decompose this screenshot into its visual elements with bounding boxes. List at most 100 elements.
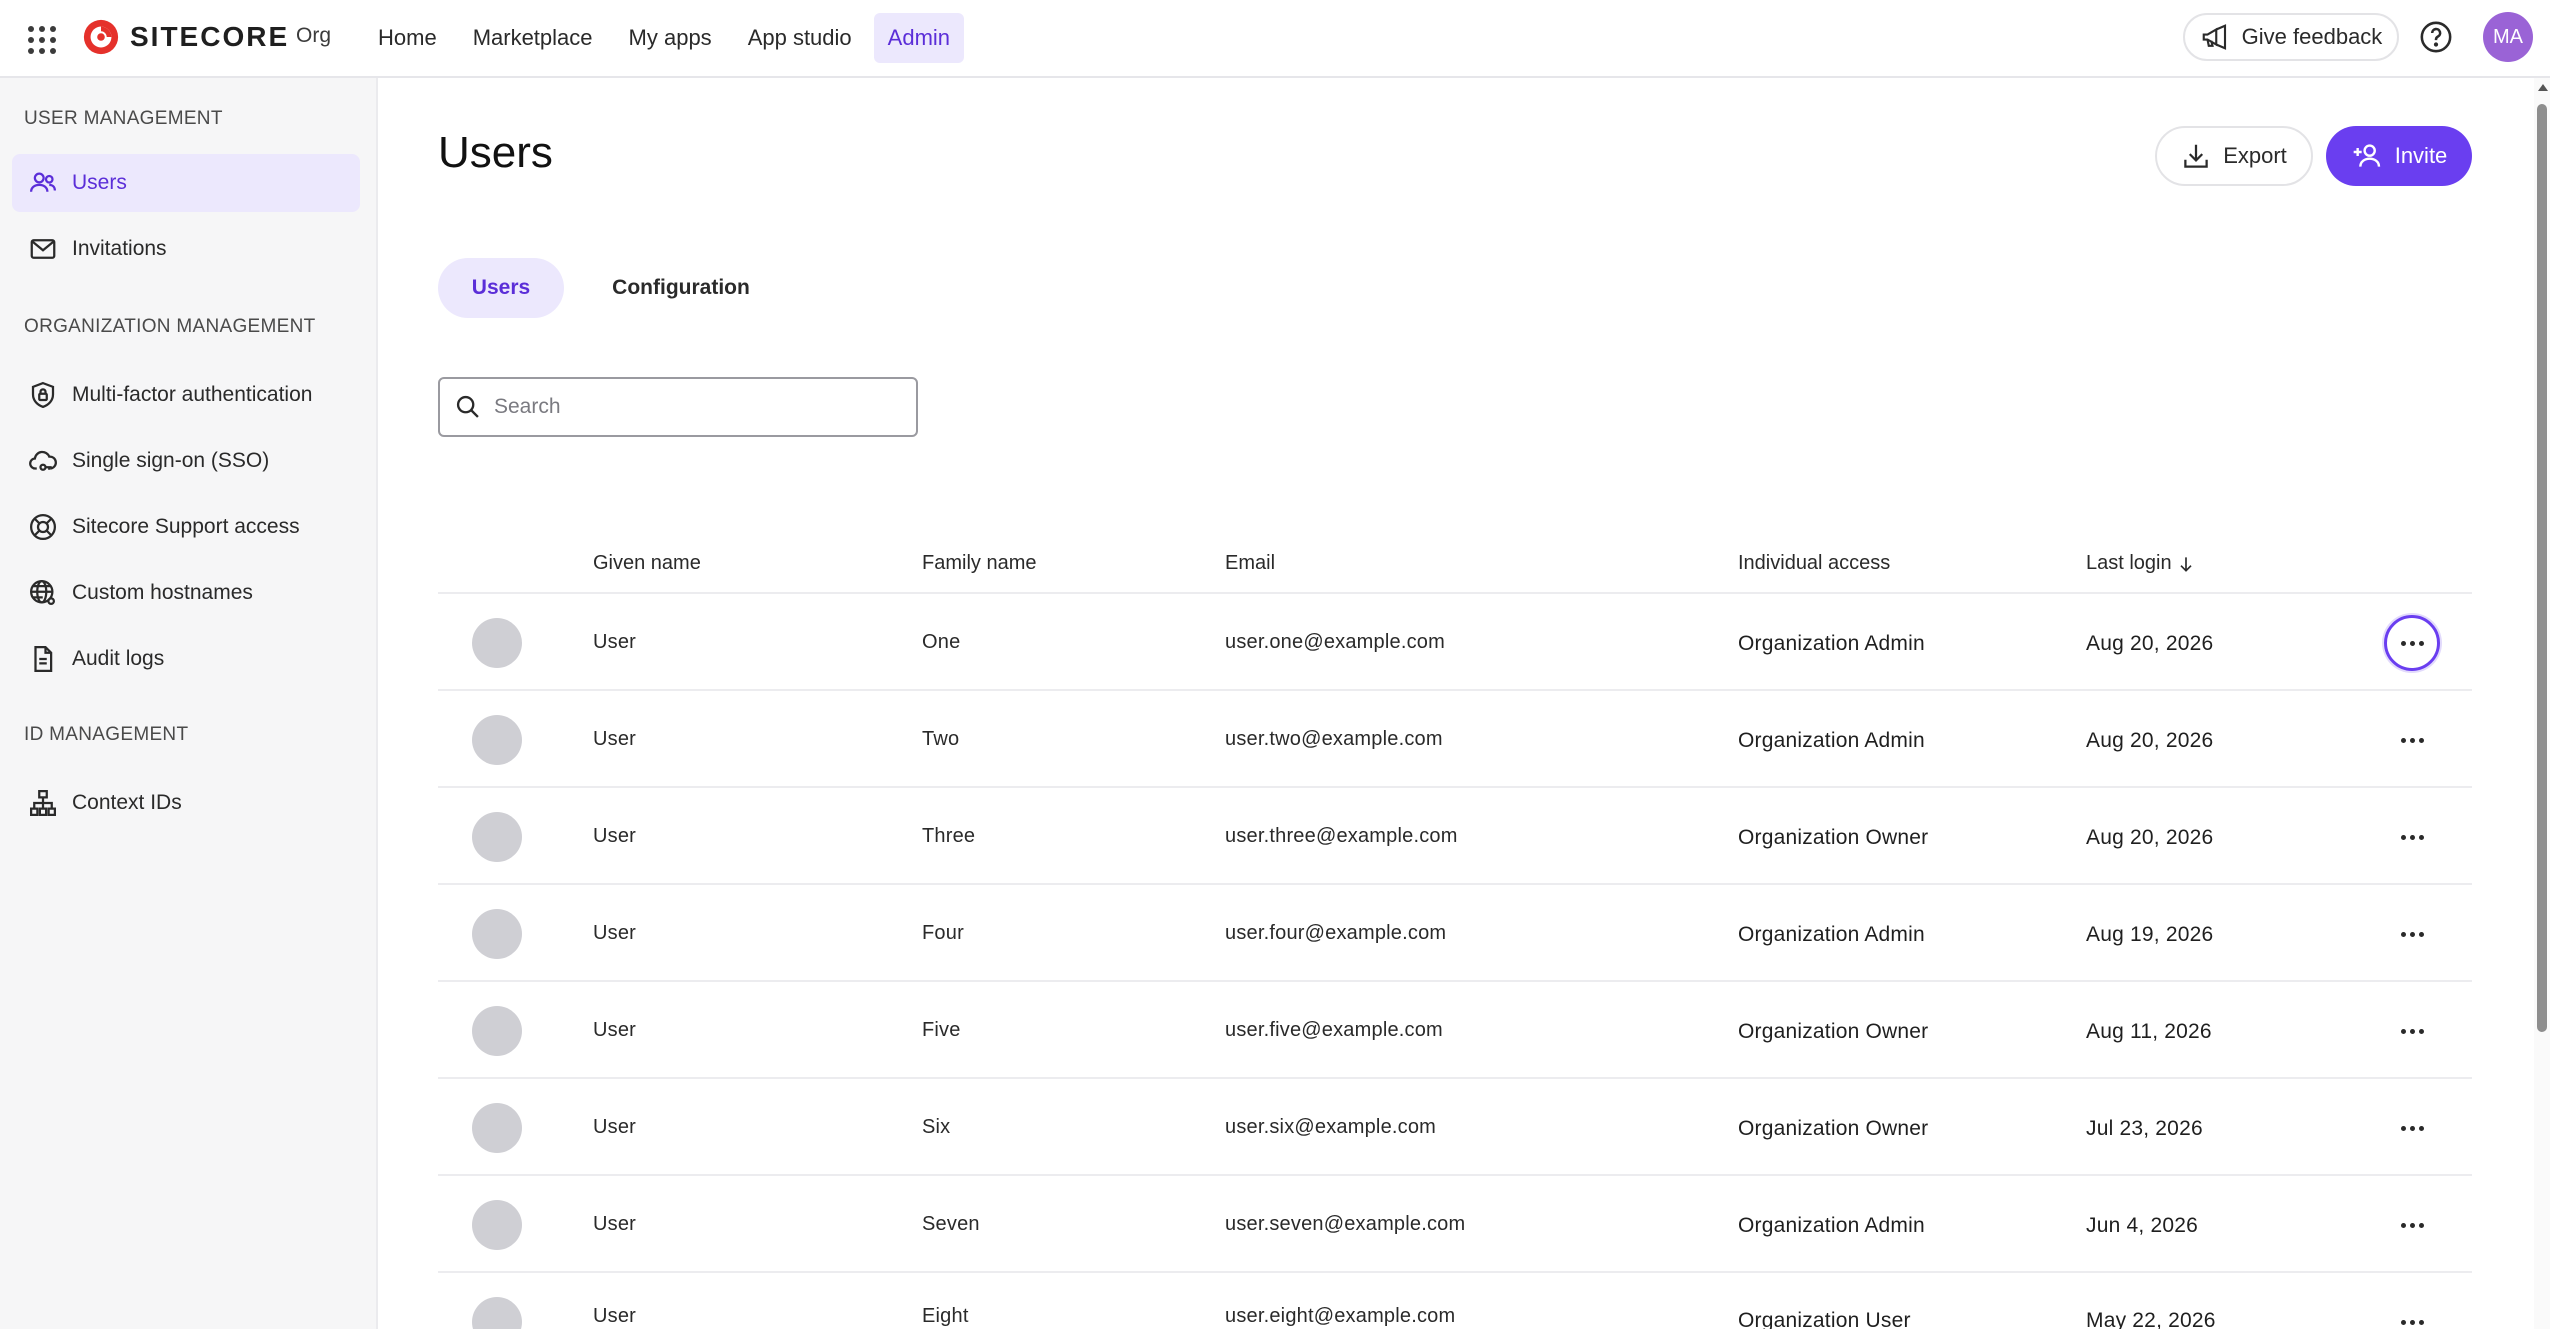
add-user-icon — [2353, 144, 2380, 167]
sidebar-item-label: Sitecore Support access — [72, 515, 300, 538]
nav-marketplace[interactable]: Marketplace — [459, 13, 607, 63]
row-actions-button[interactable] — [2384, 1100, 2440, 1156]
nav-admin[interactable]: Admin — [873, 13, 965, 63]
family-name-cell: Two — [922, 728, 960, 750]
row-actions-button[interactable] — [2384, 906, 2440, 962]
scroll-up-icon[interactable] — [2538, 84, 2548, 91]
last-login-cell: Aug 20, 2026 — [2086, 826, 2214, 849]
row-actions-button[interactable] — [2384, 615, 2440, 671]
more-icon — [2400, 1125, 2424, 1131]
avatar — [472, 1103, 522, 1153]
column-family-name[interactable]: Family name — [922, 552, 1036, 575]
table-header: Given name Family name Email Individual … — [438, 530, 2472, 594]
sidebar-item-label: Context IDs — [72, 791, 182, 814]
search-box — [438, 377, 918, 437]
tab-configuration[interactable]: Configuration — [596, 258, 766, 318]
export-button[interactable]: Export — [2155, 126, 2313, 186]
access-cell: Organization Admin — [1738, 923, 1925, 946]
last-login-cell: Aug 19, 2026 — [2086, 923, 2214, 946]
nav-app-studio[interactable]: App studio — [734, 13, 866, 63]
sidebar-item-sso[interactable]: Single sign-on (SSO) — [12, 432, 360, 490]
scrollbar-thumb[interactable] — [2537, 104, 2547, 1032]
section-organization-management: ORGANIZATION MANAGEMENT — [24, 316, 316, 337]
more-icon — [2400, 1319, 2424, 1325]
column-individual-access[interactable]: Individual access — [1738, 552, 1890, 575]
sitecore-logo-icon — [83, 19, 119, 55]
row-actions-button[interactable] — [2384, 712, 2440, 768]
access-cell: Organization Owner — [1738, 1020, 1929, 1043]
row-actions-button[interactable] — [2384, 1003, 2440, 1059]
last-login-cell: Aug 20, 2026 — [2086, 632, 2214, 655]
email-cell: user.four@example.com — [1225, 922, 1447, 944]
column-given-name[interactable]: Given name — [593, 552, 701, 575]
vertical-scrollbar[interactable] — [2534, 78, 2550, 1329]
more-icon — [2400, 640, 2424, 646]
sidebar-item-audit-logs[interactable]: Audit logs — [12, 630, 360, 688]
row-actions-button[interactable] — [2384, 1294, 2440, 1329]
row-actions-button[interactable] — [2384, 1197, 2440, 1253]
table-row: User Seven user.seven@example.com Organi… — [438, 1176, 2472, 1273]
sidebar-item-label: Multi-factor authentication — [72, 383, 313, 406]
sidebar-item-users[interactable]: Users — [12, 154, 360, 212]
avatar — [472, 1200, 522, 1250]
table-row: User One user.one@example.com Organizati… — [438, 594, 2472, 691]
give-feedback-button[interactable]: Give feedback — [2183, 13, 2399, 61]
tab-users[interactable]: Users — [438, 258, 564, 318]
access-cell: Organization User — [1738, 1309, 1911, 1329]
sidebar-item-custom-hostnames[interactable]: Custom hostnames — [12, 564, 360, 622]
hierarchy-icon — [30, 790, 56, 816]
main-nav: Home Marketplace My apps App studio Admi… — [364, 13, 965, 63]
row-actions-button[interactable] — [2384, 809, 2440, 865]
shield-lock-icon — [31, 381, 55, 409]
more-icon — [2400, 931, 2424, 937]
access-cell: Organization Admin — [1738, 632, 1925, 655]
invite-button[interactable]: Invite — [2326, 126, 2472, 186]
given-name-cell: User — [593, 728, 637, 750]
column-email[interactable]: Email — [1225, 552, 1275, 575]
sidebar-item-label: Audit logs — [72, 647, 165, 670]
given-name-cell: User — [593, 1019, 637, 1041]
export-label: Export — [2223, 143, 2287, 168]
invite-label: Invite — [2394, 143, 2448, 168]
nav-my-apps[interactable]: My apps — [615, 13, 726, 63]
last-login-cell: Aug 20, 2026 — [2086, 729, 2214, 752]
search-input[interactable] — [494, 395, 894, 419]
sidebar-item-mfa[interactable]: Multi-factor authentication — [12, 366, 360, 424]
cloud-key-icon — [29, 450, 57, 471]
given-name-cell: User — [593, 1213, 637, 1235]
sitecore-logo[interactable]: SITECORE — [82, 18, 289, 56]
sidebar-item-label: Users — [72, 171, 127, 194]
given-name-cell: User — [593, 1305, 637, 1327]
user-avatar[interactable]: MA — [2483, 12, 2533, 62]
nav-home[interactable]: Home — [364, 13, 451, 63]
megaphone-icon — [2202, 24, 2226, 50]
family-name-cell: Three — [922, 825, 976, 847]
column-last-login-label: Last login — [2086, 552, 2172, 574]
table-row: User Eight user.eight@example.com Organi… — [438, 1273, 2472, 1329]
avatar — [472, 1297, 522, 1329]
table-row: User Five user.five@example.com Organiza… — [438, 982, 2472, 1079]
access-cell: Organization Admin — [1738, 1214, 1925, 1237]
avatar — [472, 1006, 522, 1056]
sidebar-item-context-ids[interactable]: Context IDs — [12, 774, 360, 832]
avatar — [472, 715, 522, 765]
sidebar-item-support-access[interactable]: Sitecore Support access — [12, 498, 360, 556]
access-cell: Organization Admin — [1738, 729, 1925, 752]
email-cell: user.two@example.com — [1225, 728, 1443, 750]
section-id-management: ID MANAGEMENT — [24, 724, 189, 745]
globe-icon — [30, 580, 55, 605]
table-row: User Six user.six@example.com Organizati… — [438, 1079, 2472, 1176]
avatar — [472, 812, 522, 862]
envelope-icon — [30, 239, 56, 259]
sidebar-item-label: Single sign-on (SSO) — [72, 449, 270, 472]
help-circle-icon[interactable] — [2419, 20, 2453, 54]
table-row: User Two user.two@example.com Organizati… — [438, 691, 2472, 788]
last-login-cell: Aug 11, 2026 — [2086, 1020, 2212, 1043]
apps-grid-icon[interactable] — [24, 22, 60, 58]
users-icon — [30, 172, 56, 192]
sidebar: USER MANAGEMENT Users Invitations ORGANI… — [0, 78, 378, 1329]
family-name-cell: Seven — [922, 1213, 980, 1235]
more-icon — [2400, 1028, 2424, 1034]
column-last-login[interactable]: Last login — [2086, 552, 2196, 575]
sidebar-item-invitations[interactable]: Invitations — [12, 220, 360, 278]
